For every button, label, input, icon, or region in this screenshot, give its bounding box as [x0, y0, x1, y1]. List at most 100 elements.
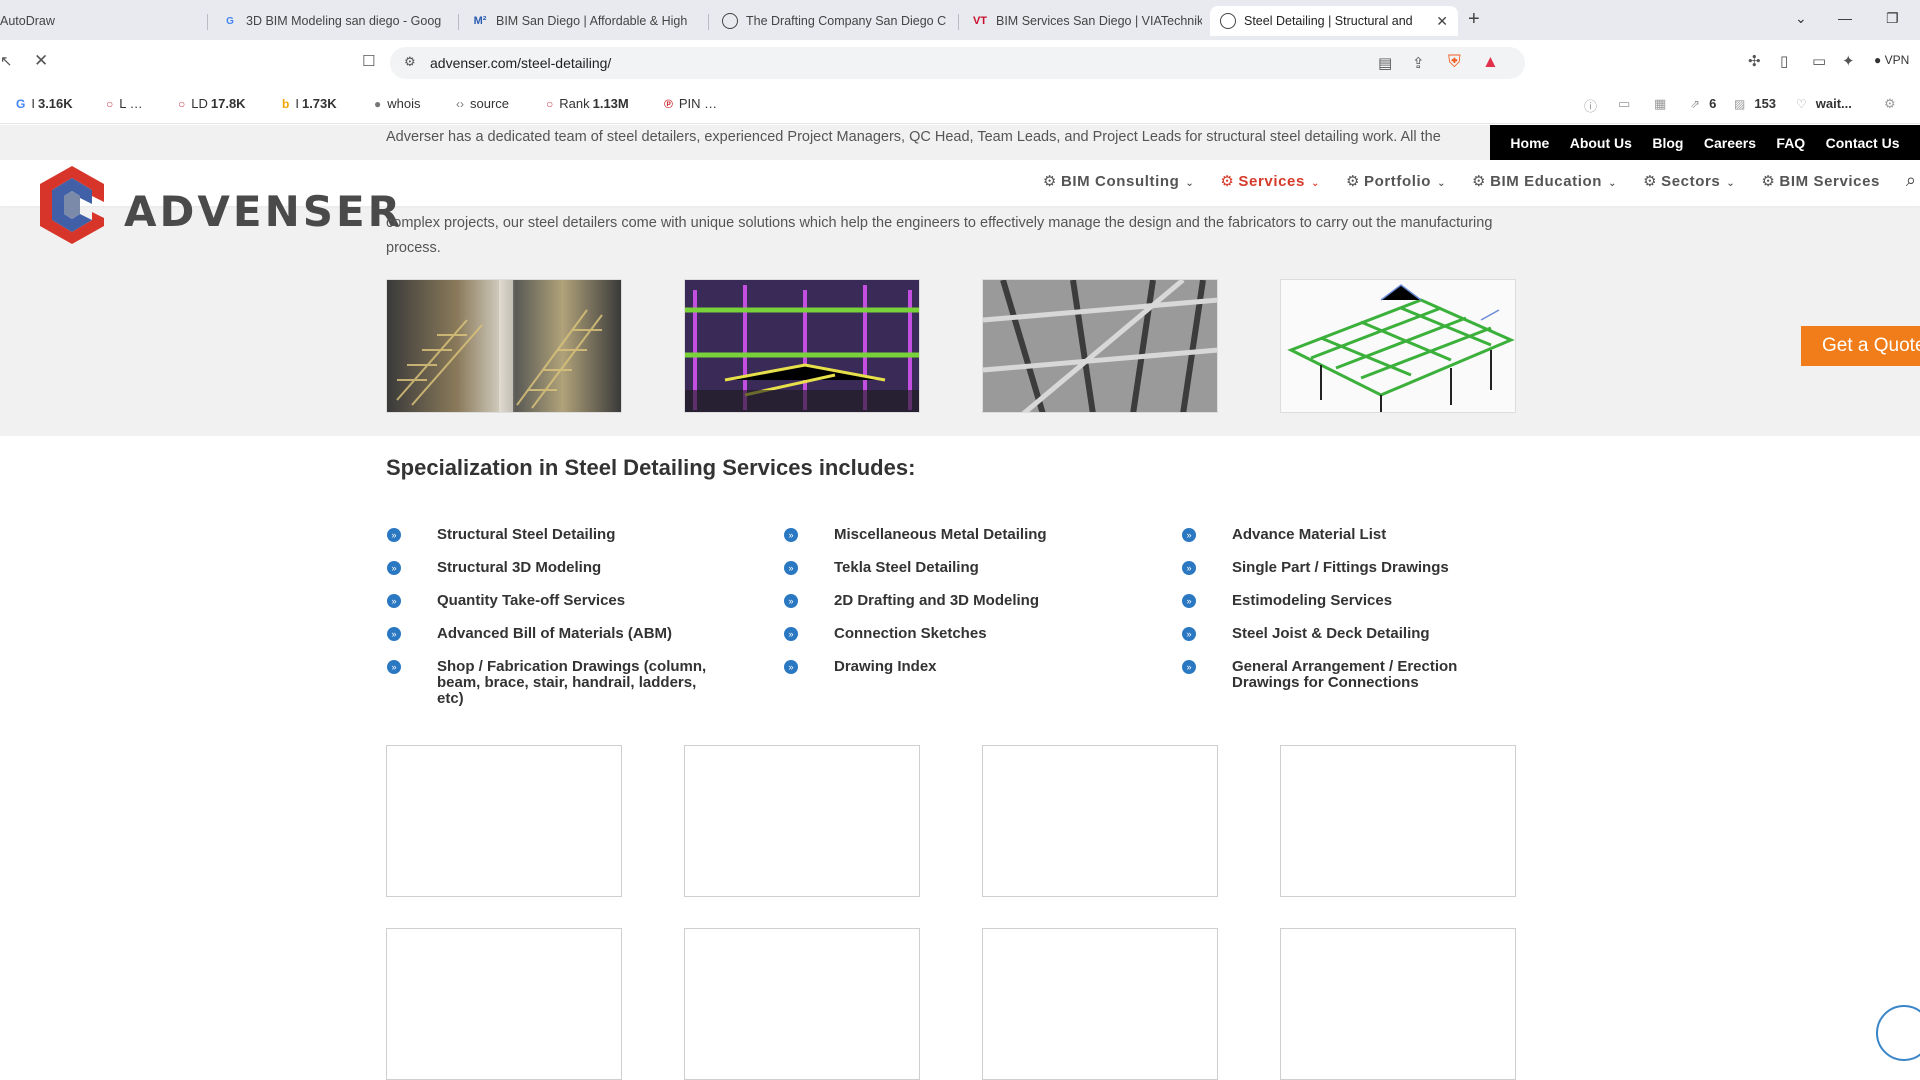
advenser-logo[interactable]: ADVENSER [34, 162, 403, 248]
list-item[interactable]: » Structural Steel Detailing [387, 527, 707, 543]
topnav-blog[interactable]: Blog [1652, 135, 1683, 151]
wallet-icon[interactable]: ▭ [1812, 52, 1826, 70]
restore-button[interactable]: ❐ [1886, 10, 1899, 27]
vpn-label: VPN [1884, 53, 1910, 67]
list-item[interactable]: » Single Part / Fittings Drawings [1182, 560, 1502, 576]
chevron-down-icon: ⌄ [1437, 178, 1447, 189]
seo-wait[interactable]: ♡ wait... [1796, 96, 1852, 111]
steel-platform-model-image[interactable] [1280, 279, 1516, 413]
tab-search-chevron-icon[interactable]: ⌄ [1795, 10, 1807, 27]
list-item[interactable]: » Advanced Bill of Materials (ABM) [387, 626, 707, 642]
seo-bing-index[interactable]: b I 1.73K [282, 96, 337, 111]
seo-external-links[interactable]: ⇗ 6 [1690, 96, 1716, 111]
person-icon: ● [374, 96, 382, 111]
menu-sectors[interactable]: ⚙ Sectors ⌄ [1643, 172, 1735, 190]
services-column-2: » Miscellaneous Metal Detailing » Tekla St… [784, 527, 1104, 692]
double-chevron-icon: » [1182, 528, 1196, 542]
tab-steel-detailing[interactable]: Steel Detailing | Structural and ✕ [1210, 6, 1458, 36]
new-tab-button[interactable]: + [1468, 8, 1480, 31]
google-icon: G [16, 96, 26, 111]
seo-pinterest[interactable]: ℗ PIN … [664, 96, 717, 111]
stop-loading-icon[interactable]: ✕ [34, 51, 48, 71]
topnav-contact[interactable]: Contact Us [1826, 135, 1900, 151]
bm-value: wait... [1815, 96, 1852, 111]
service-label: Tekla Steel Detailing [834, 559, 979, 576]
list-item[interactable]: » Tekla Steel Detailing [784, 560, 1104, 576]
settings-icon[interactable]: ⚙ [1884, 96, 1896, 112]
bm-label: L … [119, 96, 143, 111]
list-item[interactable]: » Steel Joist & Deck Detailing [1182, 626, 1502, 642]
tab-viatechnik[interactable]: VT BIM Services San Diego | VIATechnik [962, 6, 1202, 36]
topnav-home[interactable]: Home [1510, 135, 1549, 151]
menu-label: BIM Education [1490, 173, 1603, 190]
tab-google-search[interactable]: G 3D BIM Modeling san diego - Goog [212, 6, 452, 36]
menu-bim-services[interactable]: ⚙ BIM Services [1761, 172, 1880, 190]
screen-icon[interactable]: ▭ [1618, 96, 1630, 112]
omnibox[interactable]: ⚙ advenser.com/steel-detailing/ ▤ ⇪ ⛨ ▲ [390, 47, 1525, 79]
sidebar-icon[interactable]: ▯ [1780, 52, 1788, 70]
tab-autodraw[interactable]: AutoDraw [0, 6, 190, 36]
get-a-quote-button[interactable]: Get a Quote [1801, 326, 1920, 366]
chevron-down-icon: ⌄ [1310, 178, 1320, 189]
tab-separator [708, 14, 709, 30]
menu-portfolio[interactable]: ⚙ Portfolio ⌄ [1346, 172, 1446, 190]
minimize-button[interactable]: — [1838, 10, 1852, 26]
share-icon[interactable]: ⇪ [1412, 54, 1425, 72]
reader-mode-icon[interactable]: ▤ [1378, 54, 1392, 72]
steel-stairs-image[interactable] [386, 279, 622, 413]
topnav-about[interactable]: About Us [1570, 135, 1632, 151]
menu-bim-consulting[interactable]: ⚙ BIM Consulting ⌄ [1043, 172, 1194, 190]
specialization-heading: Specialization in Steel Detailing Servic… [386, 455, 916, 480]
seo-linking-domains[interactable]: ○ LD 17.8K [178, 96, 246, 111]
bm-label: Rank [559, 96, 590, 111]
list-item[interactable]: » Miscellaneous Metal Detailing [784, 527, 1104, 543]
image-placeholder [1280, 745, 1516, 897]
chevron-down-icon: ⌄ [1726, 178, 1736, 189]
info-icon[interactable]: ⓘ [1584, 96, 1597, 115]
seo-links[interactable]: ○ L … [106, 96, 143, 111]
seo-word-count[interactable]: ▨ 153 [1734, 96, 1776, 111]
close-tab-icon[interactable]: ✕ [1426, 13, 1448, 30]
list-item[interactable]: » Advance Material List [1182, 527, 1502, 543]
leo-ai-icon[interactable]: ✦ [1842, 52, 1855, 70]
list-item[interactable]: » General Arrangement / Erection Drawings… [1182, 659, 1502, 691]
tab-drafting-company[interactable]: The Drafting Company San Diego C [712, 6, 952, 36]
service-label: Connection Sketches [834, 625, 987, 642]
double-chevron-icon: » [1182, 627, 1196, 641]
menu-bim-education[interactable]: ⚙ BIM Education ⌄ [1472, 172, 1617, 190]
topnav-careers[interactable]: Careers [1704, 135, 1756, 151]
steel-frame-image[interactable] [982, 279, 1218, 413]
list-item[interactable]: » Structural 3D Modeling [387, 560, 707, 576]
bookmark-icon[interactable]: ☐ [362, 52, 375, 70]
circle-icon: ○ [106, 96, 114, 111]
menu-label: Sectors [1661, 173, 1721, 190]
list-item[interactable]: » Connection Sketches [784, 626, 1104, 642]
menu-label: Services [1238, 173, 1305, 190]
topnav-faq[interactable]: FAQ [1776, 135, 1805, 151]
double-chevron-icon: » [387, 660, 401, 674]
menu-services[interactable]: ⚙ Services ⌄ [1220, 172, 1320, 190]
list-item[interactable]: » Drawing Index [784, 659, 1104, 675]
seo-source[interactable]: ‹› source [456, 96, 509, 111]
double-chevron-icon: » [784, 594, 798, 608]
brave-rewards-icon[interactable]: ▲ [1482, 52, 1499, 72]
vpn-button[interactable]: ● VPN [1874, 53, 1909, 67]
seo-google-index[interactable]: G I 3.16K [16, 96, 73, 111]
site-settings-icon[interactable]: ⚙ [404, 54, 416, 70]
tab-title: BIM Services San Diego | VIATechnik [996, 14, 1202, 28]
brave-shield-icon[interactable]: ⛨ [1448, 52, 1461, 72]
seo-whois[interactable]: ● whois [374, 96, 421, 111]
bim-model-image[interactable] [684, 279, 920, 413]
list-item[interactable]: » Estimodeling Services [1182, 593, 1502, 609]
bm-label: I [295, 96, 299, 111]
chat-widget-icon[interactable] [1876, 1005, 1920, 1061]
search-icon[interactable]: ⌕ [1906, 170, 1916, 191]
code-icon: ‹› [456, 96, 464, 111]
seo-rank[interactable]: ○ Rank 1.13M [546, 96, 629, 111]
list-item[interactable]: » 2D Drafting and 3D Modeling [784, 593, 1104, 609]
extensions-icon[interactable]: ✣ [1748, 52, 1761, 70]
tab-bim-san-diego[interactable]: M² BIM San Diego | Affordable & High [462, 6, 702, 36]
doc-icon[interactable]: ▦ [1654, 96, 1666, 112]
list-item[interactable]: » Shop / Fabrication Drawings (column, be… [387, 659, 707, 707]
list-item[interactable]: » Quantity Take-off Services [387, 593, 707, 609]
